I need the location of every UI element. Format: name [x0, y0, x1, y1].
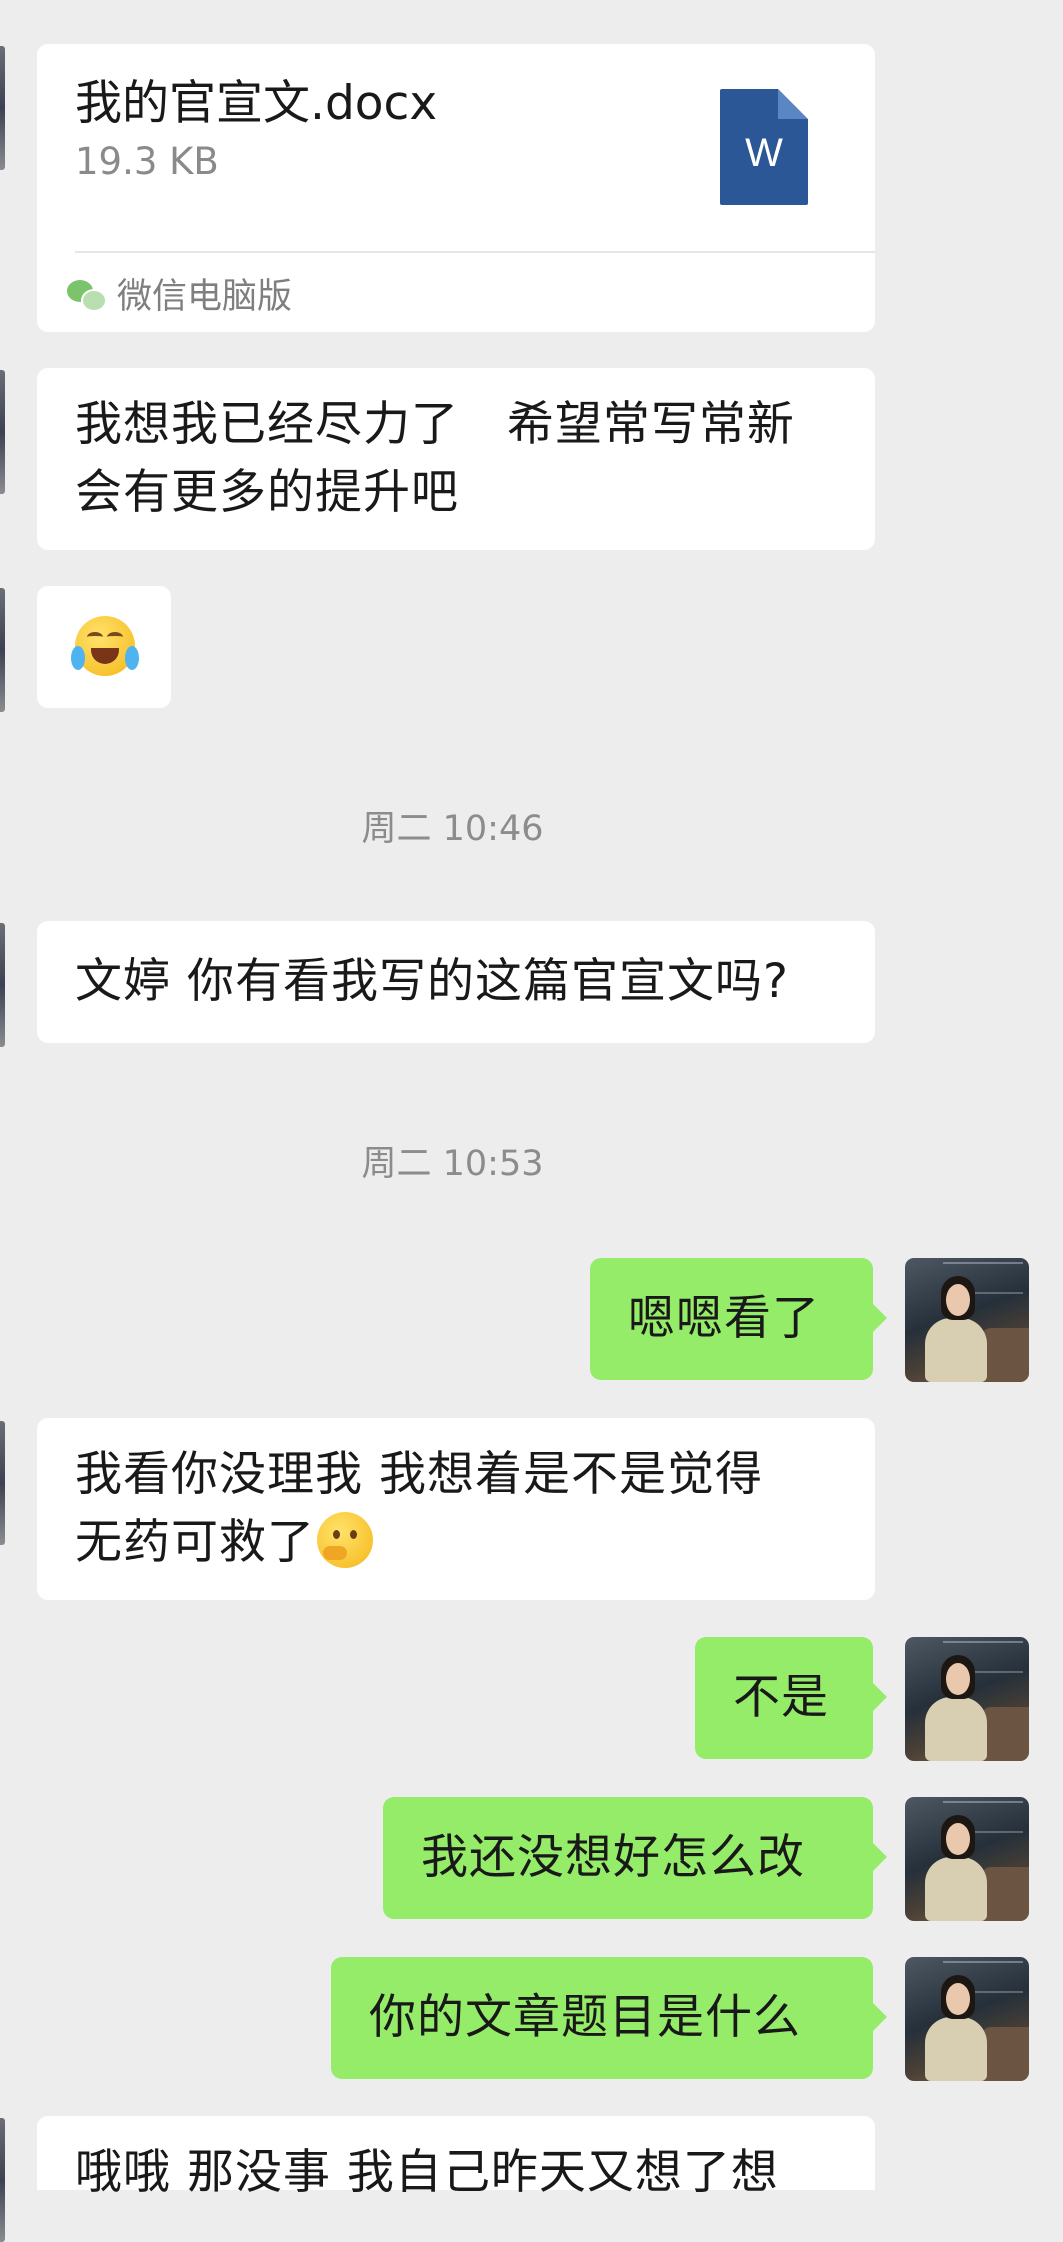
user-avatar[interactable]	[905, 1957, 1029, 2081]
message-text: 嗯嗯看了	[628, 1291, 820, 1346]
word-doc-icon: W	[720, 89, 808, 205]
message-timestamp: 周二 10:46	[361, 809, 544, 849]
file-size: 19.3 KB	[75, 140, 219, 183]
message-text-line: 无药可救了	[75, 1509, 763, 1577]
word-doc-fold	[778, 89, 808, 119]
message-text-line: 我看你没理我 我想着是不是觉得	[75, 1447, 763, 1502]
message-bubble-incoming[interactable]: 我看你没理我 我想着是不是觉得 无药可救了	[37, 1418, 875, 1600]
contact-avatar[interactable]	[0, 923, 5, 1047]
message-bubble-outgoing[interactable]: 你的文章题目是什么	[331, 1957, 887, 2079]
user-avatar[interactable]	[905, 1637, 1029, 1761]
message-bubble-outgoing[interactable]: 嗯嗯看了	[590, 1258, 887, 1380]
contact-avatar[interactable]	[0, 46, 5, 170]
rolling-on-floor-laughing-icon	[71, 616, 139, 676]
message-bubble-incoming[interactable]: 文婷 你有看我写的这篇官宣文吗?	[37, 921, 875, 1043]
message-text: 哦哦 那没事 我自己昨天又想了想	[75, 2145, 779, 2200]
wechat-icon	[67, 280, 107, 312]
message-text-line: 我想我已经尽力了 希望常写常新	[75, 397, 795, 452]
file-name: 我的官宣文.docx	[75, 76, 438, 131]
message-text-fragment: 无药可救了	[75, 1515, 315, 1570]
file-source-label: 微信电脑版	[117, 277, 293, 317]
user-avatar[interactable]	[905, 1258, 1029, 1382]
message-bubble-incoming[interactable]	[37, 586, 171, 708]
message-timestamp: 周二 10:53	[361, 1144, 544, 1184]
message-text: 不是	[733, 1670, 829, 1725]
file-message-card[interactable]: 我的官宣文.docx 19.3 KB W 微信电脑版	[37, 44, 875, 332]
word-doc-letter: W	[745, 131, 783, 175]
message-bubble-incoming[interactable]: 我想我已经尽力了 希望常写常新 会有更多的提升吧	[37, 368, 875, 550]
thinking-face-icon	[317, 1512, 373, 1568]
chat-message-list[interactable]: 我的官宣文.docx 19.3 KB W 微信电脑版 我想我已经尽力了 希望常写…	[0, 0, 1063, 2242]
message-text: 文婷 你有看我写的这篇官宣文吗?	[75, 954, 789, 1009]
contact-avatar[interactable]	[0, 2118, 5, 2242]
message-bubble-outgoing[interactable]: 我还没想好怎么改	[383, 1797, 887, 1919]
user-avatar[interactable]	[905, 1797, 1029, 1921]
message-text: 我还没想好怎么改	[421, 1830, 805, 1885]
message-bubble-incoming[interactable]: 哦哦 那没事 我自己昨天又想了想	[37, 2116, 875, 2200]
message-text: 你的文章题目是什么	[369, 1990, 801, 2045]
file-card-divider	[75, 251, 875, 253]
contact-avatar[interactable]	[0, 370, 5, 494]
contact-avatar[interactable]	[0, 588, 5, 712]
message-text-line: 会有更多的提升吧	[75, 465, 459, 520]
message-bubble-outgoing[interactable]: 不是	[695, 1637, 887, 1759]
contact-avatar[interactable]	[0, 1421, 5, 1545]
